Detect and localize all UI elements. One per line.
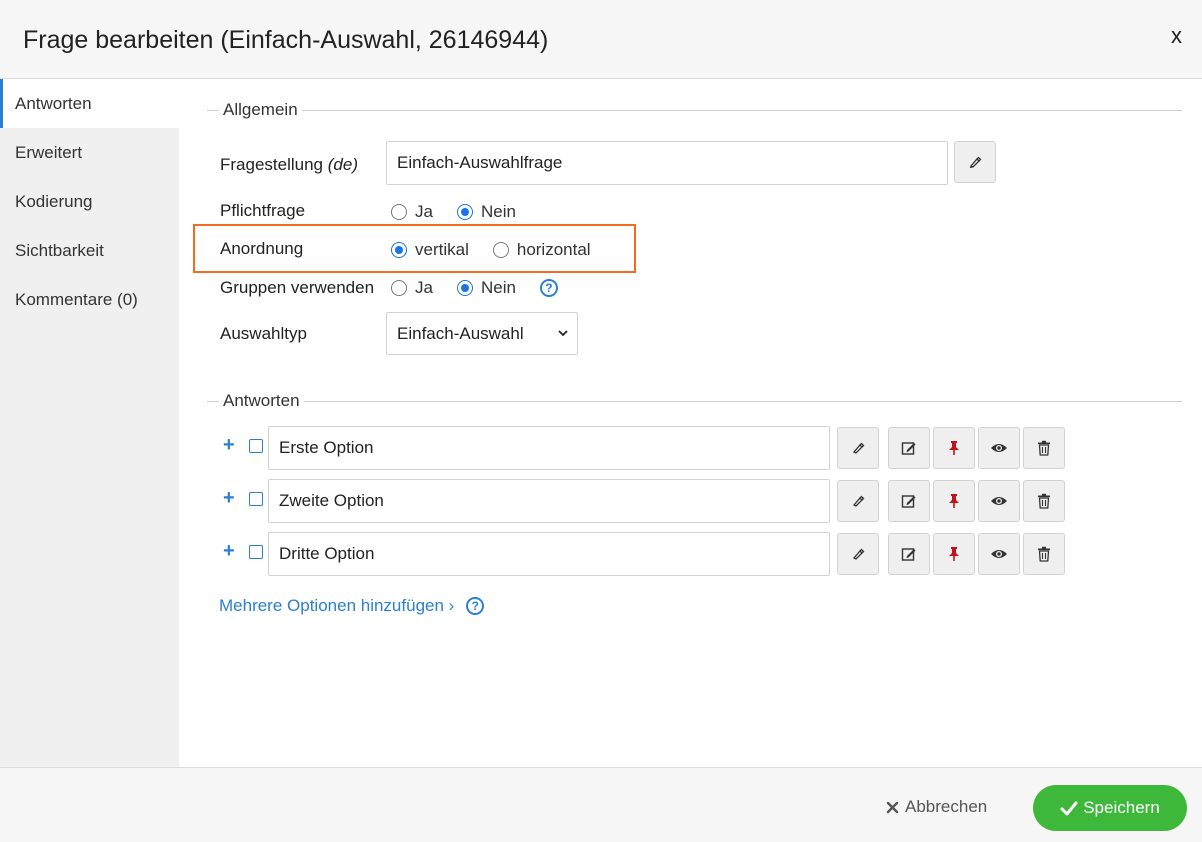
- translate-button[interactable]: [837, 480, 879, 522]
- section-answers-title: Antworten: [219, 391, 304, 411]
- mandatory-radio-ja[interactable]: [391, 204, 407, 220]
- cancel-button[interactable]: Abbrechen: [886, 797, 987, 817]
- arrangement-label: Anordnung: [220, 239, 304, 258]
- sidebar-item-antworten[interactable]: Antworten: [0, 79, 179, 128]
- question-label: Fragestellung (de): [220, 155, 358, 175]
- sidebar-item-kommentare[interactable]: Kommentare (0): [0, 275, 179, 324]
- dialog-header: Frage bearbeiten (Einfach-Auswahl, 26146…: [0, 0, 1202, 79]
- mandatory-label: Pflichtfrage: [220, 201, 306, 220]
- visibility-button[interactable]: [978, 480, 1020, 522]
- selection-type-value: Einfach-Auswahl: [397, 324, 524, 343]
- save-button[interactable]: Speichern: [1033, 785, 1187, 831]
- option-input[interactable]: Zweite Option: [268, 479, 830, 523]
- option-checkbox[interactable]: [249, 492, 263, 506]
- section-answers: Antworten: [207, 391, 1182, 411]
- help-icon[interactable]: ?: [539, 279, 558, 297]
- close-button[interactable]: x: [1171, 24, 1182, 48]
- groups-option-ja: Ja: [415, 278, 433, 297]
- add-option-icon[interactable]: +: [223, 540, 235, 563]
- translate-button[interactable]: [954, 141, 996, 183]
- main-panel: Allgemein Fragestellung (de) Einfach-Aus…: [179, 79, 1202, 767]
- pin-icon: [949, 494, 959, 508]
- groups-radio-group: Ja Nein ?: [391, 278, 558, 298]
- pin-icon: [949, 547, 959, 561]
- check-icon: [1060, 801, 1078, 815]
- edit-icon: [901, 442, 916, 455]
- sidebar-item-kodierung[interactable]: Kodierung: [0, 177, 179, 226]
- pin-button[interactable]: [933, 480, 975, 522]
- section-general: Allgemein: [207, 100, 1182, 120]
- translate-button[interactable]: [837, 427, 879, 469]
- arrangement-option-vertikal: vertikal: [415, 240, 469, 259]
- brush-icon: [852, 548, 865, 560]
- question-label-text: Fragestellung: [220, 155, 324, 174]
- option-input[interactable]: Erste Option: [268, 426, 830, 470]
- trash-icon: [1038, 546, 1050, 562]
- sidebar-item-sichtbarkeit[interactable]: Sichtbarkeit: [0, 226, 179, 275]
- visibility-button[interactable]: [978, 427, 1020, 469]
- arrangement-radio-group: vertikal horizontal: [391, 240, 615, 260]
- brush-icon: [969, 156, 982, 169]
- close-icon: [886, 801, 899, 813]
- brush-icon: [852, 442, 865, 454]
- chevron-down-icon: [557, 313, 569, 369]
- add-option-icon[interactable]: +: [223, 487, 235, 510]
- dialog-title: Frage bearbeiten (Einfach-Auswahl, 26146…: [23, 26, 549, 54]
- sidebar-item-erweitert[interactable]: Erweitert: [0, 128, 179, 177]
- divider: [207, 110, 1182, 111]
- save-label: Speichern: [1083, 798, 1160, 817]
- mandatory-option-ja: Ja: [415, 202, 433, 221]
- translate-button[interactable]: [837, 533, 879, 575]
- brush-icon: [852, 495, 865, 507]
- edit-button[interactable]: [888, 427, 930, 469]
- trash-icon: [1038, 493, 1050, 509]
- edit-button[interactable]: [888, 480, 930, 522]
- option-checkbox[interactable]: [249, 545, 263, 559]
- add-option-icon[interactable]: +: [223, 434, 235, 457]
- delete-button[interactable]: [1023, 533, 1065, 575]
- section-general-title: Allgemein: [219, 100, 302, 120]
- help-icon[interactable]: ?: [466, 597, 485, 615]
- edit-button[interactable]: [888, 533, 930, 575]
- arrangement-radio-horizontal[interactable]: [492, 242, 509, 258]
- trash-icon: [1038, 440, 1050, 456]
- dialog-footer: Abbrechen Speichern: [0, 767, 1202, 842]
- divider: [207, 401, 1182, 402]
- add-multiple-options-link[interactable]: Mehrere Optionen hinzufügen › ?: [219, 596, 485, 616]
- question-input[interactable]: Einfach-Auswahlfrage: [386, 141, 948, 185]
- arrangement-radio-vertikal[interactable]: [391, 242, 407, 258]
- delete-button[interactable]: [1023, 480, 1065, 522]
- mandatory-radio-nein[interactable]: [456, 204, 473, 220]
- cancel-label: Abbrechen: [905, 797, 988, 816]
- arrangement-option-horizontal: horizontal: [516, 240, 591, 259]
- pin-button[interactable]: [933, 533, 975, 575]
- option-checkbox[interactable]: [249, 439, 263, 453]
- eye-icon: [991, 444, 1007, 452]
- pin-icon: [949, 441, 959, 455]
- groups-radio-nein[interactable]: [456, 280, 473, 296]
- selection-type-label: Auswahltyp: [220, 324, 307, 343]
- selection-type-select[interactable]: Einfach-Auswahl: [386, 312, 578, 355]
- mandatory-option-nein: Nein: [480, 202, 516, 221]
- pin-button[interactable]: [933, 427, 975, 469]
- edit-icon: [901, 548, 916, 561]
- groups-label: Gruppen verwenden: [220, 278, 375, 297]
- eye-icon: [991, 550, 1007, 558]
- option-input[interactable]: Dritte Option: [268, 532, 830, 576]
- sidebar: Antworten Erweitert Kodierung Sichtbarke…: [0, 79, 179, 767]
- add-multiple-options-label: Mehrere Optionen hinzufügen ›: [219, 596, 455, 615]
- groups-radio-ja[interactable]: [391, 280, 407, 296]
- question-lang: (de): [327, 155, 358, 174]
- eye-icon: [991, 497, 1007, 505]
- delete-button[interactable]: [1023, 427, 1065, 469]
- mandatory-radio-group: Ja Nein: [391, 202, 540, 222]
- visibility-button[interactable]: [978, 533, 1020, 575]
- groups-option-nein: Nein: [480, 278, 516, 297]
- edit-icon: [901, 495, 916, 508]
